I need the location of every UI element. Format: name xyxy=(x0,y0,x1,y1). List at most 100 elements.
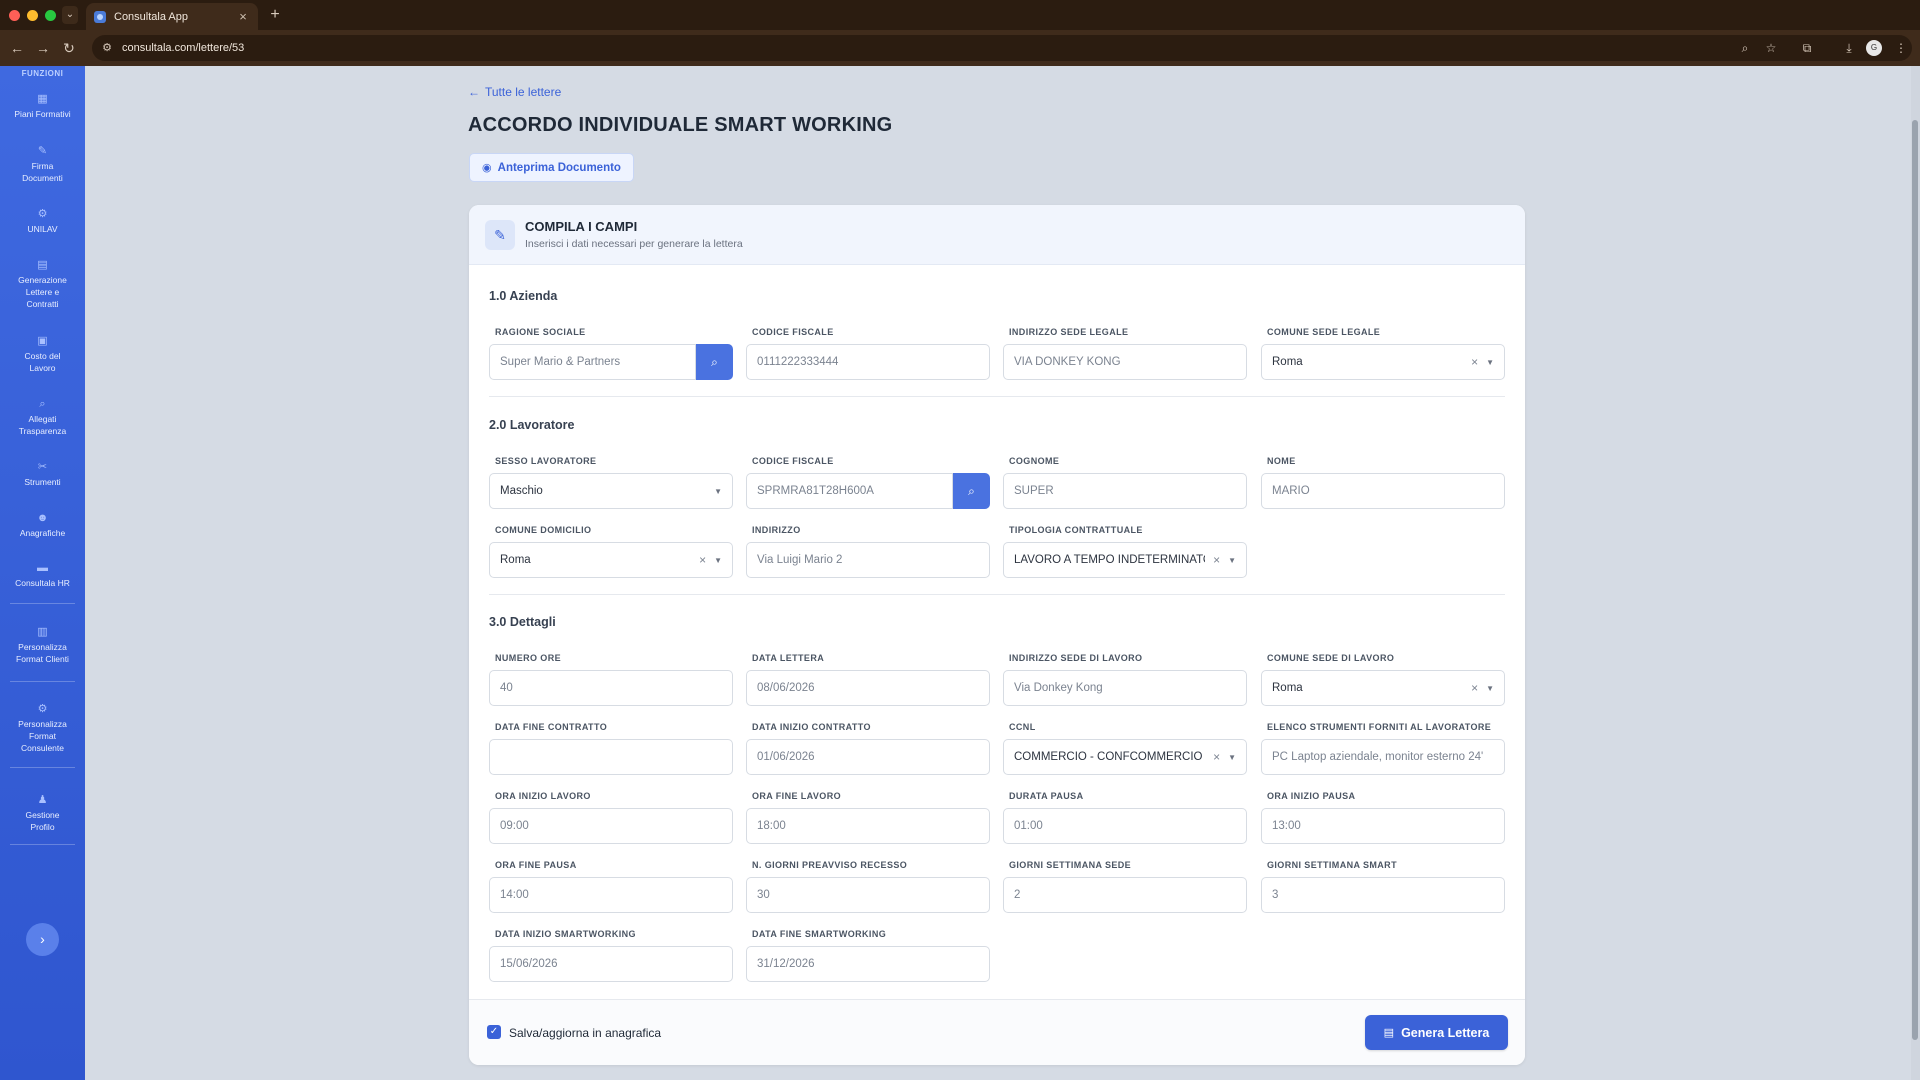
chevron-down-icon[interactable]: ▼ xyxy=(1228,556,1236,565)
checkbox-label[interactable]: Salva/aggiorna in anagrafica xyxy=(509,1026,661,1040)
comune-sede-legale-select[interactable]: Roma × ▼ xyxy=(1261,344,1505,380)
search-azienda-button[interactable]: ⌕ xyxy=(696,344,733,380)
sidebar-item-label: Generazione Lettere e Contratti xyxy=(18,275,67,309)
indirizzo-input[interactable]: Via Luigi Mario 2 xyxy=(746,542,990,578)
ora-inizio-lavoro-input[interactable]: 09:00 xyxy=(489,808,733,844)
data-lettera-input[interactable]: 08/06/2026 xyxy=(746,670,990,706)
url-text[interactable]: consultala.com/lettere/53 xyxy=(122,42,1912,54)
field-label: CODICE FISCALE xyxy=(752,456,834,466)
cognome-input[interactable]: SUPER xyxy=(1003,473,1247,509)
clear-icon[interactable]: × xyxy=(1471,355,1478,369)
field-label: N. GIORNI PREAVVISO RECESSO xyxy=(752,860,908,870)
ragione-sociale-input[interactable]: Super Mario & Partners xyxy=(489,344,696,380)
clear-icon[interactable]: × xyxy=(1213,750,1220,764)
sidebar-item-firma-documenti[interactable]: ✎ Firma Documenti xyxy=(0,145,85,184)
minimize-window-button[interactable] xyxy=(27,10,38,21)
forward-arrow-icon[interactable]: → xyxy=(34,39,52,57)
sidebar-divider xyxy=(10,681,75,682)
tipologia-contrattuale-select[interactable]: LAVORO A TEMPO INDETERMINATO × ▼ xyxy=(1003,542,1247,578)
close-window-button[interactable] xyxy=(9,10,20,21)
field-label: INDIRIZZO SEDE LEGALE xyxy=(1009,327,1129,337)
giorni-settimana-smart-input[interactable]: 3 xyxy=(1261,877,1505,913)
download-icon[interactable]: ⤓ xyxy=(1840,39,1858,57)
browser-tab[interactable]: Consultala App × xyxy=(86,3,258,30)
back-to-letters-link[interactable]: ← Tutte le lettere xyxy=(468,85,561,99)
sidebar-item-allegati-trasparenza[interactable]: ⌕ Allegati Trasparenza xyxy=(0,398,85,437)
tab-title: Consultala App xyxy=(114,10,188,23)
codice-fiscale-azienda-input[interactable]: 0111222333444 xyxy=(746,344,990,380)
sidebar-item-gestione-profilo[interactable]: ♟ Gestione Profilo xyxy=(0,794,85,833)
ora-fine-lavoro-input[interactable]: 18:00 xyxy=(746,808,990,844)
browser-menu-icon[interactable]: ⋮ xyxy=(1892,39,1910,57)
sidebar-item-anagrafiche[interactable]: ☻ Anagrafiche xyxy=(0,512,85,539)
data-inizio-smartworking-input[interactable]: 15/06/2026 xyxy=(489,946,733,982)
field-label: ORA FINE PAUSA xyxy=(495,860,577,870)
nome-input[interactable]: MARIO xyxy=(1261,473,1505,509)
ora-fine-pausa-input[interactable]: 14:00 xyxy=(489,877,733,913)
chevron-down-icon[interactable]: ▼ xyxy=(1486,358,1494,367)
sesso-lavoratore-select[interactable]: Maschio ▼ xyxy=(489,473,733,509)
preview-document-button[interactable]: ◉ Anteprima Documento xyxy=(469,153,634,182)
genera-lettera-button[interactable]: ▤ Genera Lettera xyxy=(1365,1015,1508,1050)
indirizzo-sede-lavoro-input[interactable]: Via Donkey Kong xyxy=(1003,670,1247,706)
reload-icon[interactable]: ↻ xyxy=(60,39,78,57)
sidebar-item-strumenti[interactable]: ✂ Strumenti xyxy=(0,461,85,488)
search-lavoratore-button[interactable]: ⌕ xyxy=(953,473,990,509)
clear-icon[interactable]: × xyxy=(699,553,706,567)
field-ora-inizio-lavoro: ORA INIZIO LAVORO 09:00 xyxy=(489,791,733,844)
address-bar[interactable]: ⚙ consultala.com/lettere/53 xyxy=(92,35,1912,61)
salva-anagrafica-checkbox[interactable]: ✓ xyxy=(487,1025,501,1039)
tab-close-icon[interactable]: × xyxy=(236,9,250,24)
sidebar-item-consultala-hr[interactable]: ▬ Consultala HR xyxy=(0,562,85,589)
sidebar-item-unilav[interactable]: ⚙ UNILAV xyxy=(0,208,85,235)
back-arrow-icon[interactable]: ← xyxy=(8,39,26,57)
durata-pausa-input[interactable]: 01:00 xyxy=(1003,808,1247,844)
maximize-window-button[interactable] xyxy=(45,10,56,21)
data-fine-contratto-input[interactable] xyxy=(489,739,733,775)
comune-domicilio-select[interactable]: Roma × ▼ xyxy=(489,542,733,578)
elenco-strumenti-input[interactable]: PC Laptop aziendale, monitor esterno 24' xyxy=(1261,739,1505,775)
sidebar-item-generazione-lettere[interactable]: ▤ Generazione Lettere e Contratti xyxy=(0,259,85,310)
sidebar-item-label: Anagrafiche xyxy=(19,528,66,538)
profile-avatar[interactable]: G xyxy=(1866,40,1882,56)
sidebar-item-costo-lavoro[interactable]: ▣ Costo del Lavoro xyxy=(0,335,85,374)
field-label: COMUNE DOMICILIO xyxy=(495,525,592,535)
field-giorni-settimana-sede: GIORNI SETTIMANA SEDE 2 xyxy=(1003,860,1247,913)
chevron-down-icon[interactable]: ▼ xyxy=(714,556,722,565)
indirizzo-sede-legale-input[interactable]: VIA DONKEY KONG xyxy=(1003,344,1247,380)
giorni-settimana-sede-input[interactable]: 2 xyxy=(1003,877,1247,913)
chevron-down-icon[interactable]: ▼ xyxy=(714,487,722,496)
site-settings-icon[interactable]: ⚙ xyxy=(98,39,116,57)
data-inizio-contratto-input[interactable]: 01/06/2026 xyxy=(746,739,990,775)
chevron-down-icon[interactable]: ▼ xyxy=(1486,684,1494,693)
bookmark-star-icon[interactable]: ☆ xyxy=(1762,39,1780,57)
giorni-preavviso-input[interactable]: 30 xyxy=(746,877,990,913)
field-comune-sede-lavoro: COMUNE SEDE DI LAVORO Roma × ▼ xyxy=(1261,653,1505,706)
field-ora-inizio-pausa: ORA INIZIO PAUSA 13:00 xyxy=(1261,791,1505,844)
extensions-icon[interactable]: ⧉ xyxy=(1798,39,1816,57)
sidebar-item-personalizza-consulente[interactable]: ⚙ Personalizza Format Consulente xyxy=(0,703,85,754)
field-data-fine-smartworking: DATA FINE SMARTWORKING 31/12/2026 xyxy=(746,929,990,982)
ccnl-select[interactable]: COMMERCIO - CONFCOMMERCIO × ▼ xyxy=(1003,739,1247,775)
tab-list-chevron-icon[interactable]: ⌄ xyxy=(62,6,78,24)
scrollbar-thumb[interactable] xyxy=(1912,120,1918,1040)
zoom-icon[interactable]: ⌕ xyxy=(1736,39,1754,57)
arrow-left-icon: ← xyxy=(468,85,480,99)
new-tab-button[interactable]: + xyxy=(266,5,284,25)
sidebar-item-piani-formativi[interactable]: ▦ Piani Formativi xyxy=(0,93,85,120)
ora-inizio-pausa-input[interactable]: 13:00 xyxy=(1261,808,1505,844)
comune-sede-lavoro-select[interactable]: Roma × ▼ xyxy=(1261,670,1505,706)
sidebar-expand-button[interactable]: › xyxy=(26,923,59,956)
sidebar-item-personalizza-clienti[interactable]: ▥ Personalizza Format Clienti xyxy=(0,626,85,665)
form-card: ✎ COMPILA I CAMPI Inserisci i dati neces… xyxy=(469,205,1525,1065)
field-comune-sede-legale: COMUNE SEDE LEGALE Roma × ▼ xyxy=(1261,327,1505,380)
data-fine-smartworking-input[interactable]: 31/12/2026 xyxy=(746,946,990,982)
field-label: CODICE FISCALE xyxy=(752,327,834,337)
field-indirizzo-sede-legale: INDIRIZZO SEDE LEGALE VIA DONKEY KONG xyxy=(1003,327,1247,380)
clear-icon[interactable]: × xyxy=(1213,553,1220,567)
sidebar-divider xyxy=(10,603,75,604)
codice-fiscale-lavoratore-input[interactable]: SPRMRA81T28H600A xyxy=(746,473,953,509)
clear-icon[interactable]: × xyxy=(1471,681,1478,695)
numero-ore-input[interactable]: 40 xyxy=(489,670,733,706)
chevron-down-icon[interactable]: ▼ xyxy=(1228,753,1236,762)
